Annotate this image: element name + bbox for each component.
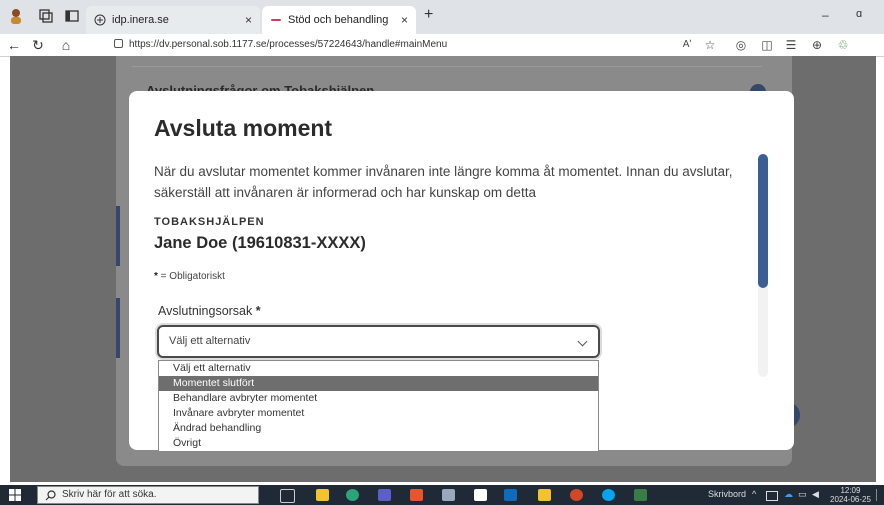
patient-name: Jane Doe (19610831-XXXX) — [154, 234, 366, 252]
clock[interactable]: 12:09 2024-06-25 — [830, 486, 871, 504]
home-icon[interactable]: ⌂ — [58, 37, 74, 53]
sticky-notes-icon[interactable] — [538, 489, 551, 501]
app-icon[interactable] — [442, 489, 455, 501]
required-note: * = Obligatoriskt — [154, 271, 225, 282]
tab-actions-icon[interactable] — [64, 8, 80, 24]
file-explorer-icon[interactable] — [316, 489, 329, 501]
windows-start-icon[interactable] — [9, 489, 21, 501]
edge-browser-icon[interactable] — [346, 489, 359, 501]
dropdown-option[interactable]: Ändrad behandling — [159, 421, 598, 436]
dropdown-option[interactable]: Välj ett alternativ — [159, 361, 598, 376]
new-tab-button[interactable]: + — [424, 6, 433, 24]
close-tab-icon[interactable]: × — [401, 13, 408, 27]
clock-date: 2024-06-25 — [830, 495, 871, 504]
tab-label: idp.inera.se — [112, 14, 169, 26]
reason-label-text: Avslutningsorsak — [158, 304, 253, 318]
browser-tab-bar: idp.inera.se × Stöd och behandling × + –… — [0, 0, 884, 34]
powerpoint-icon[interactable] — [570, 489, 583, 501]
reason-required-star: * — [255, 304, 261, 318]
windows-taskbar: Skriv här för att söka. Skrivbord ^ ☁ ▭ … — [0, 485, 884, 505]
notepad-icon[interactable] — [474, 489, 487, 501]
required-text: = Obligatoriskt — [157, 271, 225, 282]
modal-title: Avsluta moment — [154, 115, 333, 141]
outlook-icon[interactable] — [504, 489, 517, 501]
onedrive-icon[interactable]: ☁ — [784, 489, 793, 500]
skype-icon[interactable] — [602, 489, 615, 501]
program-label: TOBAKSHJÄLPEN — [154, 216, 265, 228]
back-arrow-icon[interactable]: ← — [6, 37, 22, 53]
chevron-down-icon — [577, 336, 588, 347]
dropdown-option[interactable]: Behandlare avbryter momentet — [159, 391, 598, 406]
bg-accent-bar — [116, 206, 120, 266]
taskbar-search-text: Skriv här för att söka. — [62, 489, 157, 500]
search-icon — [45, 490, 56, 501]
reason-dropdown-list: Välj ett alternativ Momentet slutfört Be… — [158, 360, 599, 452]
bg-accent-bar — [116, 298, 120, 358]
reason-select-value: Välj ett alternativ — [169, 335, 251, 347]
sob-favicon-icon — [271, 19, 281, 21]
tab-label: Stöd och behandling — [288, 14, 389, 26]
tray-chevron-icon[interactable]: ^ — [752, 489, 756, 499]
tab-idp[interactable]: idp.inera.se × — [86, 6, 260, 34]
favorite-star-icon[interactable]: ☆ — [703, 38, 717, 52]
dropdown-option[interactable]: Invånare avbryter momentet — [159, 406, 598, 421]
volume-icon[interactable]: ◀ — [812, 489, 819, 500]
url-text: https://dv.personal.sob.1177.se/processe… — [129, 39, 448, 50]
desktop-label[interactable]: Skrivbord — [708, 489, 746, 499]
collections-icon[interactable]: ⊕ — [810, 38, 824, 52]
battery-icon[interactable] — [766, 491, 778, 501]
app-icon[interactable] — [410, 489, 423, 501]
modal-scrollbar-thumb[interactable] — [758, 154, 768, 288]
taskbar-search[interactable]: Skriv här för att söka. — [37, 486, 259, 504]
lock-icon — [114, 39, 123, 48]
divider — [132, 66, 762, 67]
task-view-icon[interactable] — [280, 489, 295, 503]
modal-description: När du avslutar momentet kommer invånare… — [154, 164, 733, 200]
workspaces-icon[interactable] — [38, 8, 54, 24]
profile-avatar-icon[interactable] — [8, 8, 24, 24]
clock-time: 12:09 — [840, 486, 861, 495]
dropdown-option-highlighted[interactable]: Momentet slutfört — [159, 376, 598, 391]
tab-stod-och-behandling[interactable]: Stöd och behandling × — [262, 6, 416, 34]
reason-label: Avslutningsorsak * — [158, 304, 261, 318]
close-tab-icon[interactable]: × — [245, 13, 252, 27]
app-icon[interactable] — [634, 489, 647, 501]
favorites-icon[interactable]: ☰ — [784, 38, 798, 52]
split-screen-icon[interactable]: ◫ — [760, 38, 774, 52]
extension-icon[interactable]: ♲ — [836, 38, 850, 52]
show-desktop-button[interactable] — [876, 489, 882, 501]
minimize-button[interactable]: – — [822, 8, 829, 22]
dropdown-option[interactable]: Övrigt — [159, 436, 598, 451]
idp-favicon-icon — [94, 14, 106, 26]
read-aloud-icon[interactable]: Aʹ — [680, 38, 694, 52]
teams-icon[interactable] — [378, 489, 391, 501]
restore-button[interactable]: ɑ — [856, 8, 862, 20]
url-field[interactable]: https://dv.personal.sob.1177.se/processe… — [114, 36, 724, 54]
reason-select[interactable]: Välj ett alternativ — [157, 325, 600, 358]
network-icon[interactable]: ▭ — [798, 489, 807, 500]
copilot-icon[interactable]: ◎ — [734, 38, 748, 52]
address-bar: ← ↻ ⌂ https://dv.personal.sob.1177.se/pr… — [0, 34, 884, 57]
refresh-icon[interactable]: ↻ — [30, 37, 46, 53]
